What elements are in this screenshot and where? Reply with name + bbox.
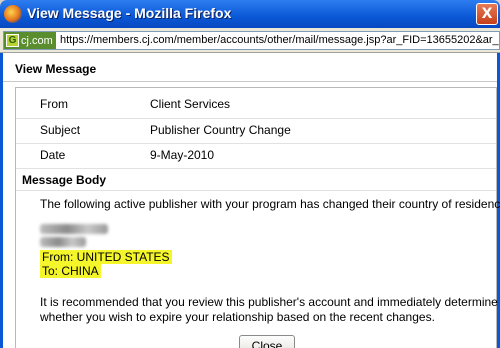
field-row-date: Date 9-May-2010 [16, 143, 496, 167]
to-country-highlight: To: CHINA [40, 264, 101, 278]
url-field[interactable]: G cj.com https://members.cj.com/member/a… [3, 31, 500, 50]
cj-logo-icon: G [6, 34, 19, 47]
field-label: Subject [40, 123, 81, 137]
recommendation-line-2: whether you wish to expire your relation… [40, 310, 435, 324]
message-body-title: Message Body [22, 173, 107, 187]
field-value: Publisher Country Change [150, 123, 291, 137]
firefox-icon [4, 5, 22, 23]
page-title: View Message [15, 62, 97, 76]
to-country-line: To: CHINA [40, 264, 101, 278]
divider [16, 168, 496, 169]
divider [3, 81, 497, 82]
message-intro: The following active publisher with your… [40, 197, 500, 211]
address-bar: G cj.com https://members.cj.com/member/a… [0, 28, 500, 53]
from-country-line: From: UNITED STATES [40, 250, 172, 264]
field-label: From [40, 97, 68, 111]
field-row-from: From Client Services [16, 92, 496, 116]
redacted-text [40, 237, 86, 247]
window-titlebar: View Message - Mozilla Firefox X [0, 0, 500, 28]
recommendation-line-1: It is recommended that you review this p… [40, 295, 498, 309]
from-country-highlight: From: UNITED STATES [40, 250, 172, 264]
field-label: Date [40, 148, 66, 162]
page-content: View Message From Client Services Subjec… [0, 53, 500, 348]
url-text[interactable]: https://members.cj.com/member/accounts/o… [60, 34, 499, 46]
message-panel: From Client Services Subject Publisher C… [15, 87, 500, 348]
field-value: Client Services [150, 97, 231, 111]
window-close-icon[interactable]: X [476, 3, 498, 25]
site-identity-badge[interactable]: G cj.com [4, 32, 56, 49]
redacted-text [40, 224, 108, 234]
window-title: View Message - Mozilla Firefox [27, 5, 232, 21]
field-row-subject: Subject Publisher Country Change [16, 118, 496, 142]
close-button[interactable]: Close [239, 335, 295, 348]
site-label: cj.com [21, 34, 53, 47]
field-value: 9-May-2010 [150, 148, 215, 162]
divider [16, 190, 496, 191]
